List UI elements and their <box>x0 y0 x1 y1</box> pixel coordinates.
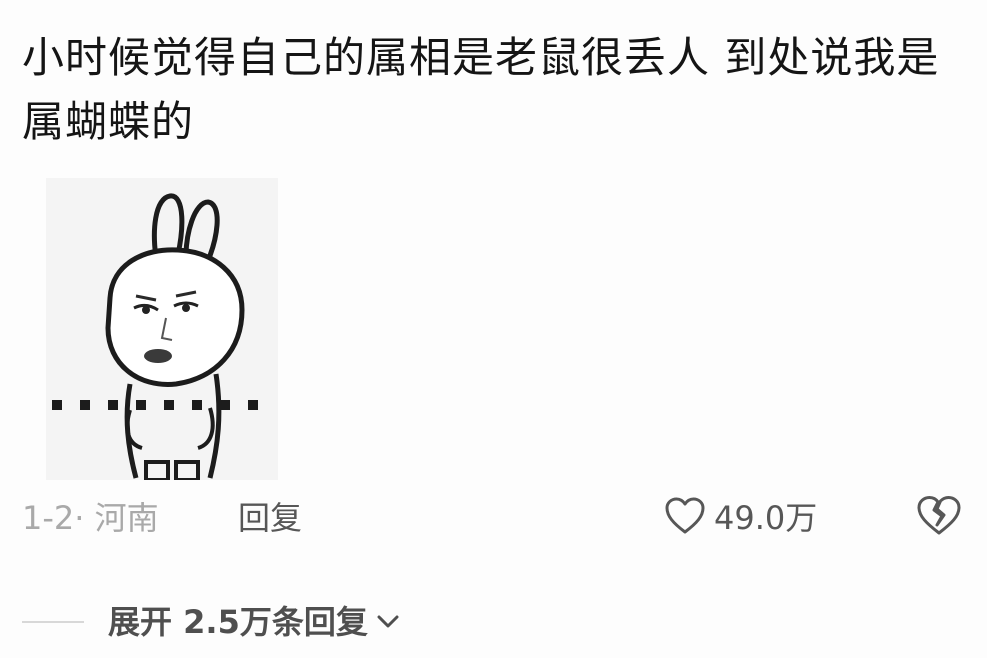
rabbit-meme-icon <box>52 193 258 480</box>
comment-text: 小时候觉得自己的属相是老鼠很丢人 到处说我是属蝴蝶的 <box>22 33 940 146</box>
comment-date-location: 1-2· 河南 <box>22 499 159 537</box>
expand-replies-button[interactable]: 展开 2.5万条回复 <box>108 598 400 646</box>
dotted-line <box>52 400 258 410</box>
heart-icon <box>664 496 706 540</box>
like-button[interactable]: 49.0万 <box>664 496 817 540</box>
dislike-button[interactable] <box>915 496 963 540</box>
sticker-image[interactable] <box>46 178 278 480</box>
comment-card: 小时候觉得自己的属相是老鼠很丢人 到处说我是属蝴蝶的 1-2· 河南 回复 49… <box>0 0 987 658</box>
like-count: 49.0万 <box>714 499 818 537</box>
expand-replies-row: 展开 2.5万条回复 <box>22 598 622 646</box>
broken-heart-icon <box>915 495 963 541</box>
divider-line <box>22 621 84 623</box>
comment-meta: 1-2· 河南 回复 49.0万 <box>22 496 972 540</box>
expand-replies-label: 展开 2.5万条回复 <box>108 603 368 641</box>
reply-button[interactable]: 回复 <box>238 496 302 540</box>
chevron-down-icon <box>376 614 400 630</box>
